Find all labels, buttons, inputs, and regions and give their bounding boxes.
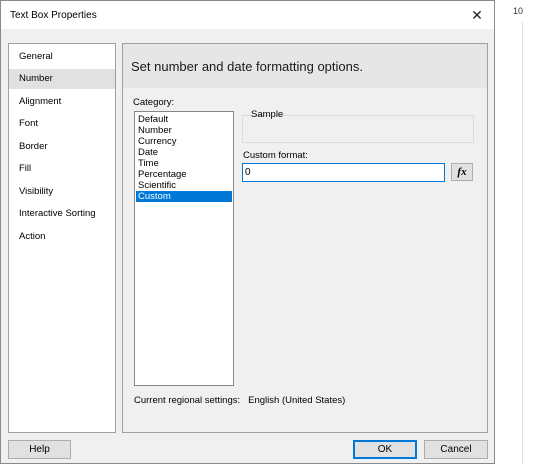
nav-item-action[interactable]: Action [9, 227, 115, 247]
background-ruler: 10 [495, 0, 540, 23]
nav-item-visibility[interactable]: Visibility [9, 182, 115, 202]
panel-heading: Set number and date formatting options. [131, 59, 363, 74]
regional-settings-value: English (United States) [248, 395, 346, 406]
nav-item-interactive-sorting[interactable]: Interactive Sorting [9, 204, 115, 224]
nav-item-font[interactable]: Font [9, 114, 115, 134]
close-icon[interactable]: ✕ [462, 2, 492, 28]
cancel-button[interactable]: Cancel [424, 440, 488, 459]
help-button[interactable]: Help [8, 440, 71, 459]
text-box-properties-dialog: Text Box Properties ✕ General Number Ali… [0, 0, 495, 464]
expression-fx-button[interactable]: fx [451, 163, 473, 181]
fx-icon: fx [457, 166, 467, 178]
nav-item-general[interactable]: General [9, 47, 115, 67]
title-bar[interactable]: Text Box Properties ✕ [1, 1, 494, 29]
regional-settings: Current regional settings: English (Unite… [134, 395, 345, 406]
custom-format-input[interactable] [242, 163, 445, 182]
nav-item-border[interactable]: Border [9, 137, 115, 157]
category-time[interactable]: Time [136, 158, 232, 169]
custom-format-label: Custom format: [243, 150, 308, 161]
nav-item-alignment[interactable]: Alignment [9, 92, 115, 112]
category-date[interactable]: Date [136, 147, 232, 158]
number-settings-panel: Set number and date formatting options. … [122, 43, 488, 433]
category-percentage[interactable]: Percentage [136, 169, 232, 180]
category-number[interactable]: Number [136, 125, 232, 136]
category-currency[interactable]: Currency [136, 136, 232, 147]
properties-nav: General Number Alignment Font Border Fil… [8, 43, 116, 433]
ok-button[interactable]: OK [353, 440, 417, 459]
sample-label: Sample [251, 109, 284, 120]
nav-item-number[interactable]: Number [9, 69, 115, 89]
category-label: Category: [133, 97, 175, 108]
category-list[interactable]: Default Number Currency Date Time Percen… [134, 111, 234, 386]
background-document-edge [495, 22, 540, 464]
regional-settings-label: Current regional settings: [134, 395, 241, 406]
nav-item-fill[interactable]: Fill [9, 159, 115, 179]
category-custom[interactable]: Custom [136, 191, 232, 202]
dialog-title: Text Box Properties [10, 10, 97, 21]
ruler-number: 10 [513, 6, 524, 16]
heading-band: Set number and date formatting options. [123, 44, 487, 88]
category-default[interactable]: Default [136, 114, 232, 125]
category-scientific[interactable]: Scientific [136, 180, 232, 191]
